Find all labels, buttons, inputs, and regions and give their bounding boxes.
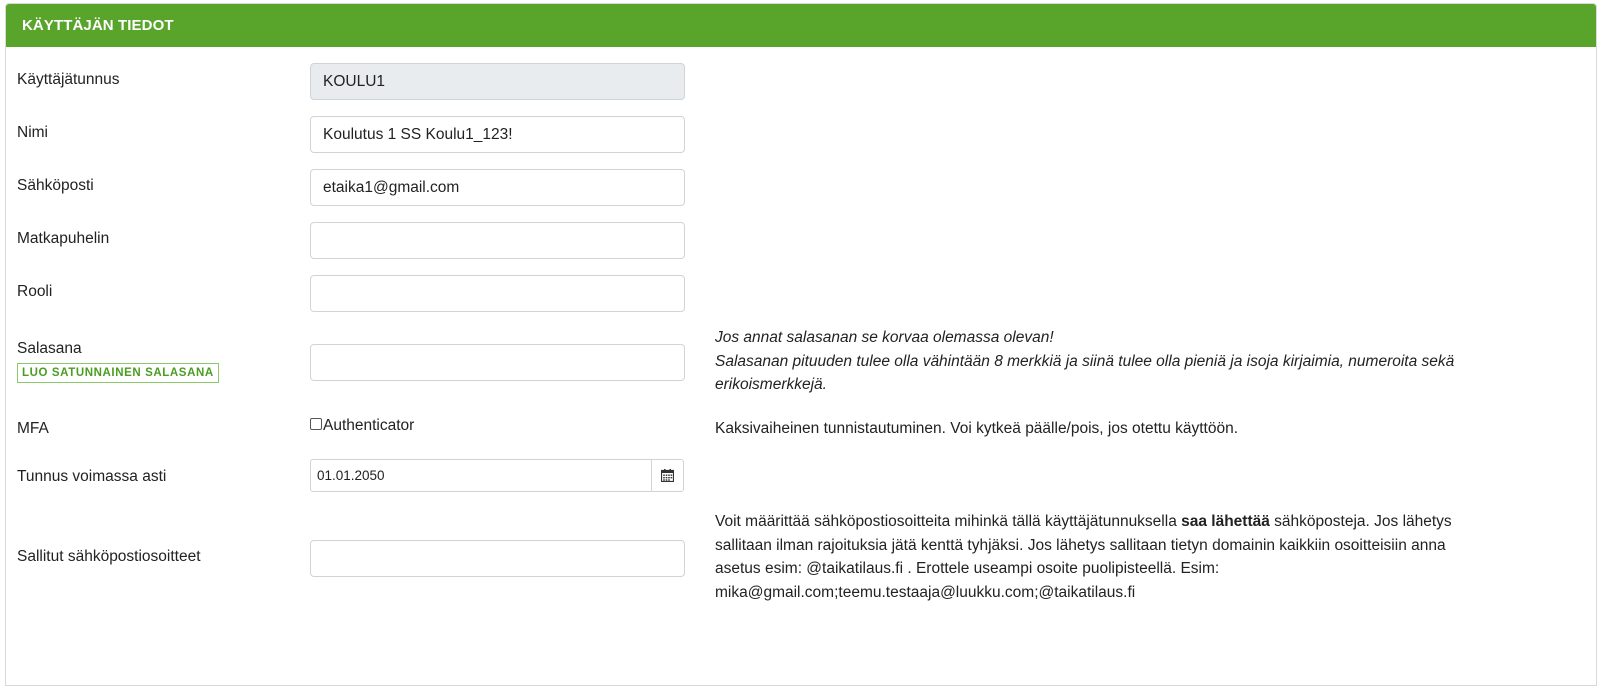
allowed-emails-field[interactable] [310,540,685,577]
mobile-field[interactable] [310,222,685,259]
authenticator-checkbox[interactable] [310,418,322,430]
password-field[interactable] [310,344,685,381]
username-label: Käyttäjätunnus [17,71,120,88]
name-field[interactable]: Koulutus 1 SS Koulu1_123! [310,116,685,153]
mfa-help: Kaksivaiheinen tunnistautuminen. Voi kyt… [715,420,1239,437]
panel-header: KÄYTTÄJÄN TIEDOT [6,4,1596,47]
generate-password-button[interactable]: LUO SATUNNAINEN SALASANA [17,363,219,383]
password-help: Jos annat salasanan se korvaa olemassa o… [715,326,1475,397]
password-help-warning: Jos annat salasanan se korvaa olemassa o… [715,329,1054,346]
valid-until-datepicker: 01.01.2050 [310,459,684,492]
valid-until-label: Tunnus voimassa asti [17,468,167,485]
email-field[interactable]: etaika1@gmail.com [310,169,685,206]
allowed-emails-label: Sallitut sähköpostiosoitteet [17,548,201,565]
allowed-emails-help-bold: saa lähettää [1181,513,1270,530]
authenticator-checkbox-label[interactable]: Authenticator [323,417,414,435]
mfa-label: MFA [17,420,49,437]
allowed-emails-help: Voit määrittää sähköpostiosoitteita mihi… [715,510,1475,604]
mobile-label: Matkapuhelin [17,230,110,247]
password-help-rules: Salasanan pituuden tulee olla vähintään … [715,352,1455,394]
valid-until-field[interactable]: 01.01.2050 [311,460,651,491]
email-label: Sähköposti [17,177,94,194]
password-label: Salasana [17,340,82,357]
panel-title: KÄYTTÄJÄN TIEDOT [22,17,174,34]
name-label: Nimi [17,124,48,141]
role-field[interactable] [310,275,685,312]
role-label: Rooli [17,283,53,300]
username-field: KOULU1 [310,63,685,100]
allowed-emails-help-text-1: Voit määrittää sähköpostiosoitteita mihi… [715,513,1182,530]
calendar-button[interactable] [651,460,683,491]
calendar-icon [661,469,674,482]
